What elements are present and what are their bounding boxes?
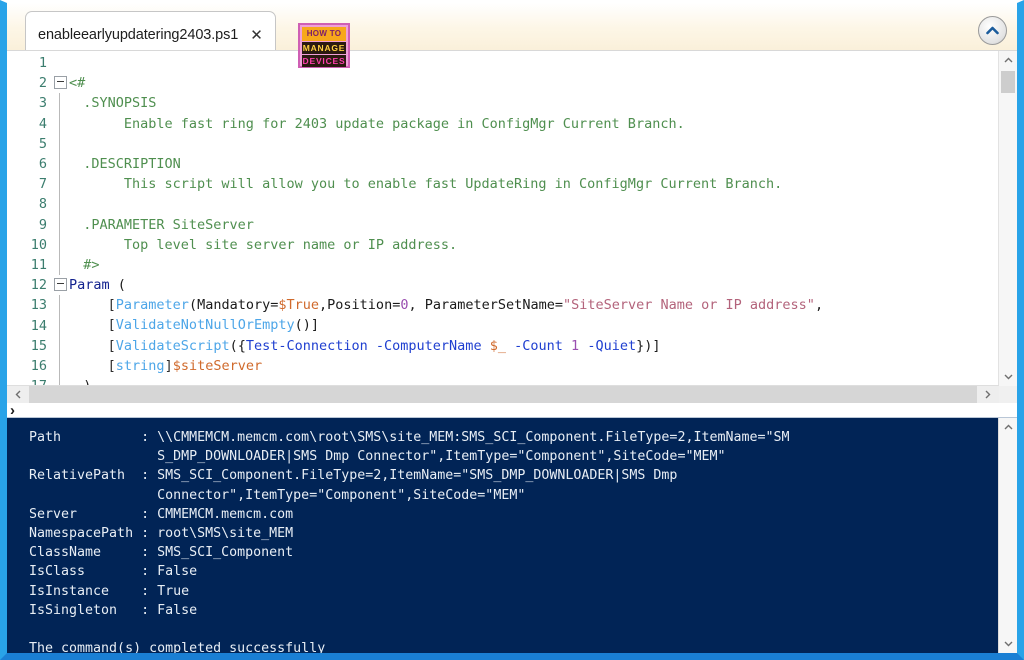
script-editor-pane[interactable]: 1 2 <# 3 .SYNOPSIS 4 Enable fast ring for 24… <box>7 50 1017 404</box>
code-line[interactable]: 13 [Parameter(Mandatory=$True,Position=0… <box>7 295 999 316</box>
code-line[interactable]: 16 [string]$siteServer <box>7 355 999 376</box>
close-icon[interactable]: ✕ <box>248 28 265 43</box>
code-line[interactable]: 12 Param ( <box>7 275 999 295</box>
howtomanagedevices-logo: HOW TO MANAGE DEVICES <box>298 23 350 68</box>
code-line[interactable]: 7 This script will allow you to enable f… <box>7 174 999 195</box>
line-number: 7 <box>38 176 47 193</box>
editor-scroll-thumb[interactable] <box>1001 71 1015 93</box>
fold-guide-line <box>59 133 60 154</box>
script-editor-viewport[interactable]: 1 2 <# 3 .SYNOPSIS 4 Enable fast ring for 24… <box>7 51 999 386</box>
logo-line-3: DEVICES <box>302 55 346 67</box>
collapse-script-pane-button[interactable] <box>978 16 1007 45</box>
code-line[interactable]: 8 <box>7 194 999 215</box>
console-output-text[interactable]: Path : \\CMMEMCM.memcm.com\root\SMS\site… <box>7 418 999 653</box>
code-line[interactable]: 6 .DESCRIPTION <box>7 153 999 175</box>
line-number: 9 <box>38 216 47 233</box>
console-scroll-up-icon[interactable] <box>999 418 1017 436</box>
line-number: 16 <box>30 357 47 374</box>
code-line[interactable]: 2 <# <box>7 73 999 93</box>
scroll-left-icon[interactable] <box>7 386 29 403</box>
line-number: 5 <box>38 135 47 152</box>
line-number: 14 <box>30 317 47 334</box>
tab-script-file[interactable]: enableearlyupdatering2403.ps1 ✕ <box>25 11 276 50</box>
code-line[interactable]: 14 [ValidateNotNullOrEmpty()] <box>7 315 999 336</box>
code-fold-toggle[interactable] <box>54 277 67 291</box>
line-number: 8 <box>38 196 47 213</box>
script-code[interactable]: 1 2 <# 3 .SYNOPSIS 4 Enable fast ring for 24… <box>7 51 999 386</box>
fold-guide-line <box>59 93 60 114</box>
code-line[interactable]: 3 .SYNOPSIS <box>7 93 999 114</box>
fold-guide-line <box>59 355 60 376</box>
powershell-ise-window: enableearlyupdatering2403.ps1 ✕ HOW TO M… <box>0 0 1024 660</box>
line-number: 3 <box>38 95 47 112</box>
console-vertical-scrollbar[interactable] <box>998 418 1017 653</box>
code-line[interactable]: 11 #> <box>7 254 999 276</box>
fold-guide-line <box>59 335 60 356</box>
line-number: 4 <box>38 115 47 132</box>
line-number: 15 <box>30 337 47 354</box>
line-number: 12 <box>30 277 47 294</box>
fold-guide-line <box>59 234 60 255</box>
tab-strip: enableearlyupdatering2403.ps1 ✕ <box>7 3 1017 51</box>
fold-guide-line <box>59 315 60 336</box>
line-number: 2 <box>38 75 47 92</box>
line-number: 13 <box>30 297 47 314</box>
console-scroll-down-icon[interactable] <box>999 635 1017 653</box>
logo-line-2: MANAGE <box>302 42 346 54</box>
fold-guide-line <box>59 174 60 195</box>
logo-line-1: HOW TO <box>302 27 346 41</box>
code-line[interactable]: 5 <box>7 133 999 154</box>
scroll-down-icon[interactable] <box>999 368 1017 386</box>
fold-guide-line <box>59 254 60 276</box>
code-line[interactable]: 1 <box>7 53 999 73</box>
code-line[interactable]: 10 Top level site server name or IP addr… <box>7 234 999 255</box>
line-number: 11 <box>30 256 47 273</box>
fold-guide-line <box>59 214 60 235</box>
chevron-up-icon <box>986 26 999 35</box>
code-line[interactable]: 15 [ValidateScript({Test-Connection -Com… <box>7 335 999 356</box>
fold-guide-line <box>59 113 60 134</box>
console-output-pane[interactable]: Path : \\CMMEMCM.memcm.com\root\SMS\site… <box>7 417 1017 653</box>
line-number: 10 <box>30 236 47 253</box>
line-number: 1 <box>38 55 47 71</box>
code-fold-toggle[interactable] <box>54 75 67 89</box>
code-line[interactable]: 4 Enable fast ring for 2403 update packa… <box>7 113 999 134</box>
chevron-right-icon[interactable]: › <box>10 403 15 418</box>
scroll-up-icon[interactable] <box>999 51 1017 69</box>
line-number: 6 <box>38 156 47 173</box>
editor-horizontal-scrollbar[interactable] <box>7 385 999 404</box>
fold-guide-line <box>59 153 60 175</box>
scrollbar-corner <box>999 386 1017 404</box>
pane-splitter[interactable]: › <box>7 403 1017 418</box>
tab-label: enableearlyupdatering2403.ps1 <box>38 27 239 43</box>
scroll-right-icon[interactable] <box>977 386 999 403</box>
code-line[interactable]: 9 .PARAMETER SiteServer <box>7 214 999 235</box>
fold-guide-line <box>59 194 60 215</box>
editor-vertical-scrollbar[interactable] <box>998 51 1017 386</box>
fold-guide-line <box>59 295 60 316</box>
